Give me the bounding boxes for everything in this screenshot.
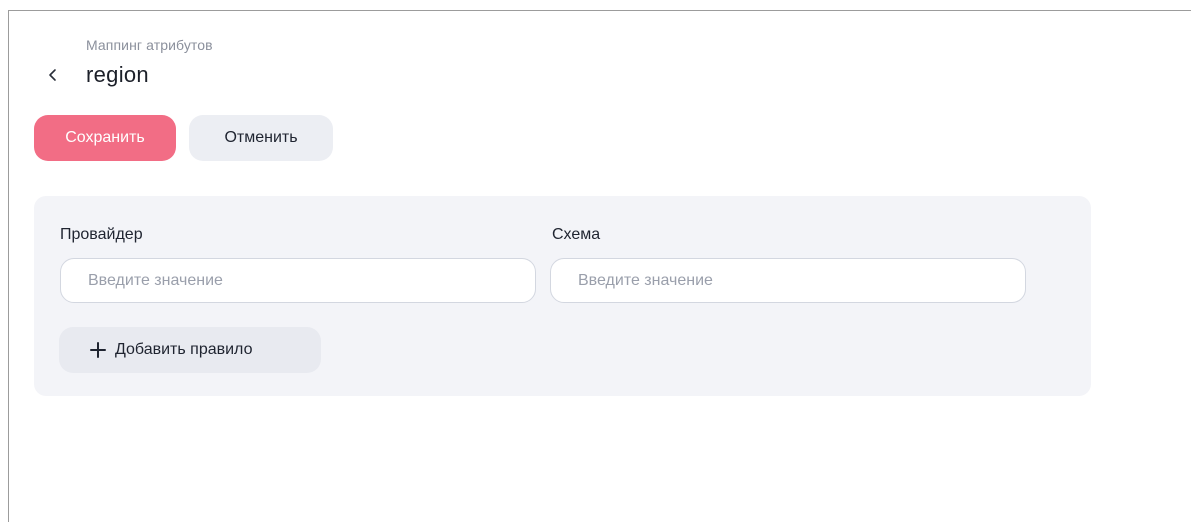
add-rule-label: Добавить правило [115, 341, 253, 358]
cancel-button[interactable]: Отменить [189, 115, 333, 161]
back-button[interactable] [40, 62, 66, 88]
chevron-left-icon [49, 69, 56, 81]
page-title: region [86, 62, 149, 87]
schema-input[interactable] [550, 258, 1026, 303]
plus-icon [90, 342, 106, 358]
provider-input[interactable] [60, 258, 536, 303]
add-rule-button[interactable]: Добавить правило [59, 327, 321, 373]
breadcrumb[interactable]: Маппинг атрибутов [86, 37, 213, 53]
save-button[interactable]: Сохранить [34, 115, 176, 161]
schema-label: Схема [552, 226, 601, 243]
provider-label: Провайдер [60, 226, 143, 243]
